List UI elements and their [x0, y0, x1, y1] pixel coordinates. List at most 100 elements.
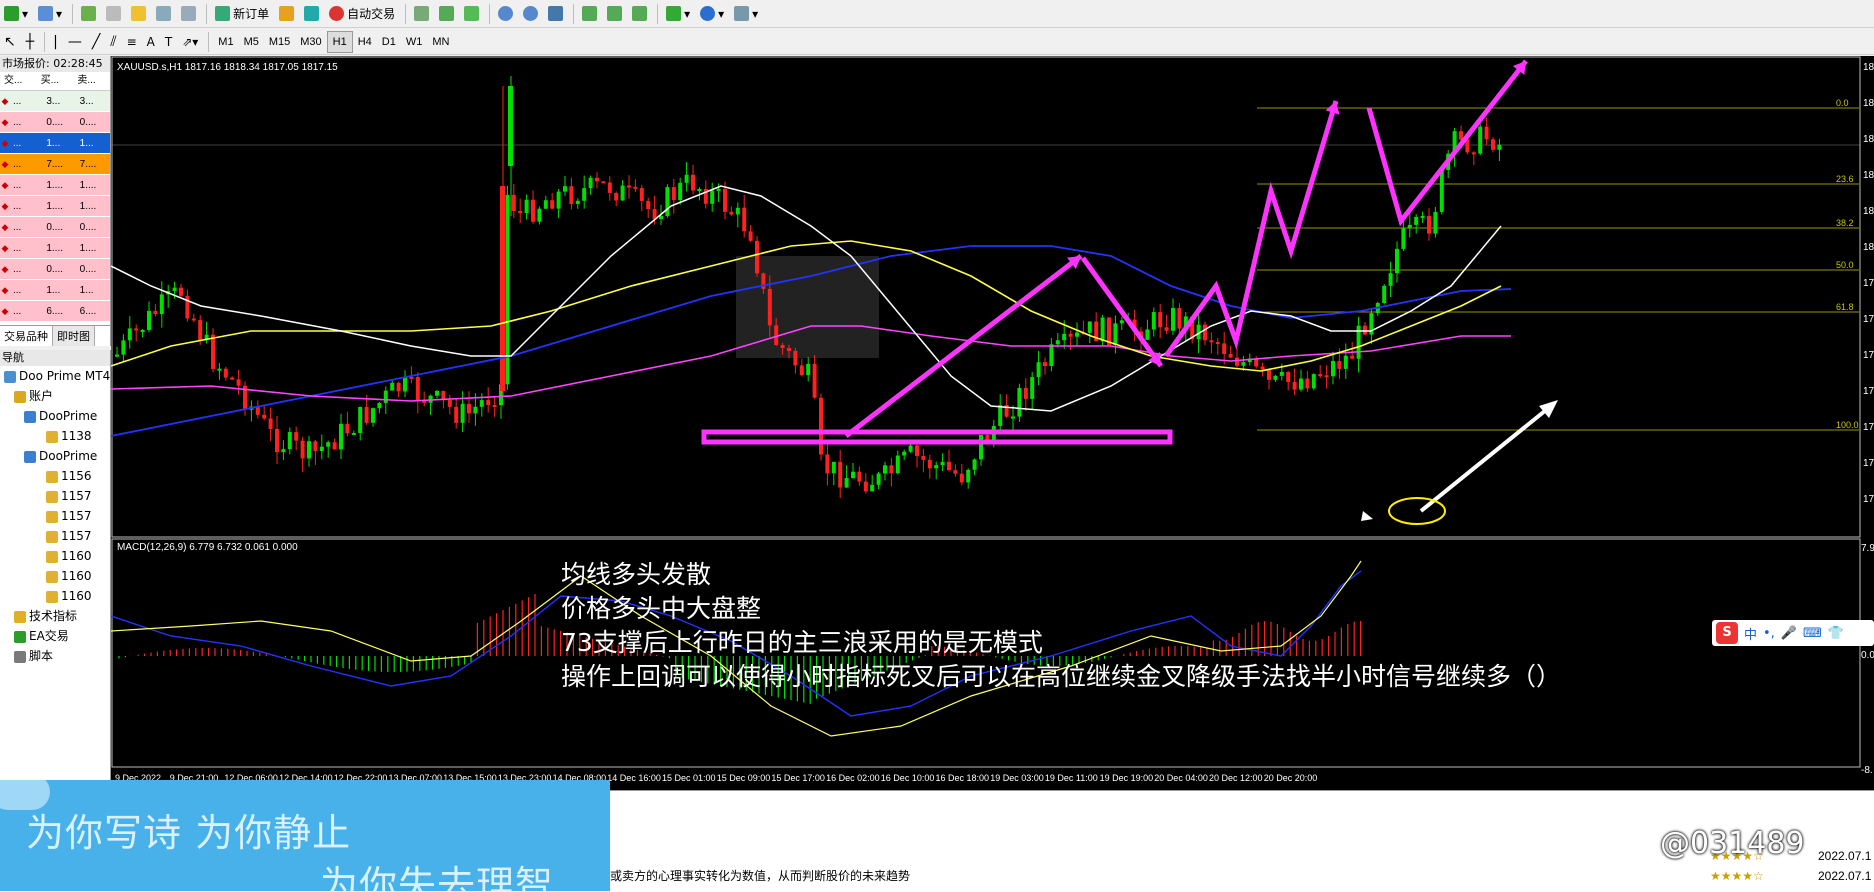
market-watch-row[interactable]: ◆... 1.... 1.... — [0, 196, 110, 217]
bar-chart-button[interactable] — [410, 3, 433, 25]
candle-body — [1113, 323, 1118, 345]
arrows-button[interactable]: ⇗▾ — [178, 31, 202, 53]
tab-symbols[interactable]: 交易品种 — [0, 326, 53, 346]
navigator-item[interactable]: 1156 — [0, 466, 110, 486]
small-arrow-icon — [1361, 511, 1373, 521]
navigator-item[interactable]: 1160 — [0, 586, 110, 606]
timeframe-d1[interactable]: D1 — [377, 32, 401, 52]
navigator-item[interactable]: Doo Prime MT4 — [0, 366, 110, 386]
label-button[interactable]: T — [161, 31, 176, 53]
price-panel-frame — [111, 56, 1861, 538]
auto-trading-button[interactable]: 自动交易 — [325, 3, 399, 25]
price-chart-canvas[interactable]: 18 18 18 18 18 18 17 17 17 17 17 17 17 7.9 0.0 -8. XAUUS… — [111, 56, 1874, 791]
navigator-button[interactable] — [127, 3, 150, 25]
candle-body — [1023, 387, 1028, 399]
candle-body — [467, 403, 471, 414]
signals-button[interactable] — [300, 3, 323, 25]
column-symbol[interactable]: 交... — [0, 72, 37, 90]
new-order-button[interactable]: 新订单 — [211, 3, 273, 25]
line-chart-button[interactable] — [460, 3, 483, 25]
navigator-item[interactable]: 1157 — [0, 506, 110, 526]
fib-level-label: 61.8 — [1836, 302, 1854, 312]
zoom-in-button[interactable] — [494, 3, 517, 25]
candle-chart-button[interactable] — [435, 3, 458, 25]
direction-arrow-icon: ◆ — [1, 95, 9, 106]
keyboard-icon[interactable]: ⌨ — [1803, 626, 1822, 641]
timeframe-m1[interactable]: M1 — [213, 32, 238, 52]
navigator-item-label: 1160 — [61, 569, 92, 583]
periods-button[interactable]: ▾ — [696, 3, 728, 25]
market-watch-row[interactable]: ◆... 1... 1... — [0, 133, 110, 154]
timeframe-mn[interactable]: MN — [427, 32, 454, 52]
vertical-line-button[interactable]: | — [49, 31, 62, 53]
navigator-item[interactable]: 1157 — [0, 526, 110, 546]
channel-button[interactable]: ⫽ — [106, 31, 120, 53]
trendline-button[interactable]: ╱ — [88, 31, 104, 53]
candle-body — [889, 465, 894, 474]
timeframe-m15[interactable]: M15 — [264, 32, 295, 52]
shirt-icon[interactable]: 👕 — [1828, 626, 1844, 641]
candle-body — [140, 330, 145, 333]
tester-button[interactable] — [177, 3, 200, 25]
navigator-item-label: 1160 — [61, 589, 92, 603]
column-bid[interactable]: 买... — [37, 72, 74, 90]
market-watch-row[interactable]: ◆... 3... 3... — [0, 91, 110, 112]
crosshair-button[interactable]: ┼ — [22, 31, 38, 53]
candle-body — [460, 403, 465, 423]
ime-punct[interactable]: •, — [1763, 626, 1775, 641]
ime-toolbar[interactable]: S 中 •, 🎤 ⌨ 👕 — [1712, 620, 1874, 646]
market-watch-row[interactable]: ◆... 0.... 0.... — [0, 259, 110, 280]
navigator-item[interactable]: 1138 — [0, 426, 110, 446]
market-watch-row[interactable]: ◆... 1.... 1.... — [0, 175, 110, 196]
navigator-item[interactable]: DooPrime — [0, 406, 110, 426]
ime-language[interactable]: 中 — [1744, 624, 1757, 643]
zoom-out-button[interactable] — [519, 3, 542, 25]
tab-tick-chart[interactable]: 即时图 — [53, 326, 95, 346]
profiles-button[interactable]: ▾ — [34, 3, 66, 25]
chart-shift-button[interactable] — [578, 3, 601, 25]
market-watch-row[interactable]: ◆... 6.... 6.... — [0, 301, 110, 322]
horizontal-line-button[interactable]: — — [64, 31, 86, 53]
indicators-button[interactable]: ▾ — [662, 3, 694, 25]
navigator-item[interactable]: EA交易 — [0, 626, 110, 646]
market-watch-row[interactable]: ◆... 7.... 7.... — [0, 154, 110, 175]
chart-window[interactable]: 18 18 18 18 18 18 17 17 17 17 17 17 17 7.9 0.0 -8. XAUUS… — [111, 56, 1874, 791]
microphone-icon[interactable]: 🎤 — [1781, 626, 1797, 641]
navigator-item[interactable]: DooPrime — [0, 446, 110, 466]
navigator-item[interactable]: 1157 — [0, 486, 110, 506]
navigator-item[interactable]: 技术指标 — [0, 606, 110, 626]
new-chart-button[interactable]: ▾ — [0, 3, 32, 25]
symbol-cell: ... — [13, 158, 22, 170]
text-button[interactable]: A — [143, 31, 159, 53]
navigator-item[interactable]: 1160 — [0, 546, 110, 566]
timeframe-h4[interactable]: H4 — [353, 32, 377, 52]
tile-windows-button[interactable] — [544, 3, 567, 25]
tree-node-icon — [46, 570, 58, 583]
market-watch-row[interactable]: ◆... 1... 1... — [0, 280, 110, 301]
data-window-button[interactable] — [102, 3, 125, 25]
timeframe-h1[interactable]: H1 — [326, 30, 353, 53]
candle-body — [1279, 371, 1284, 376]
timeframe-m30[interactable]: M30 — [295, 32, 326, 52]
navigator-item[interactable]: 1160 — [0, 566, 110, 586]
fibonacci-button[interactable]: ≡ — [123, 31, 141, 53]
timeframe-m5[interactable]: M5 — [239, 32, 264, 52]
market-watch-row[interactable]: ◆... 0.... 0.... — [0, 112, 110, 133]
macd-info: MACD(12,26,9) 6.779 6.732 0.061 0.000 — [117, 542, 298, 553]
timeframe-w1[interactable]: W1 — [401, 32, 428, 52]
market-watch-row[interactable]: ◆... 1.... 1.... — [0, 238, 110, 259]
templates-button[interactable]: ▾ — [730, 3, 762, 25]
column-ask[interactable]: 卖... — [73, 72, 110, 90]
market-watch-button[interactable] — [77, 3, 100, 25]
cursor-button[interactable]: ↖ — [0, 31, 20, 53]
navigator-item[interactable]: 脚本 — [0, 646, 110, 666]
autoscroll-button[interactable] — [603, 3, 626, 25]
market-watch-row[interactable]: ◆... 0.... 0.... — [0, 217, 110, 238]
candle-body — [601, 181, 606, 184]
metaeditor-button[interactable] — [275, 3, 298, 25]
candle-body — [729, 211, 734, 215]
terminal-button[interactable] — [152, 3, 175, 25]
navigator-item[interactable]: 账户 — [0, 386, 110, 406]
fit-button[interactable] — [628, 3, 651, 25]
symbol-cell: ... — [13, 221, 22, 233]
